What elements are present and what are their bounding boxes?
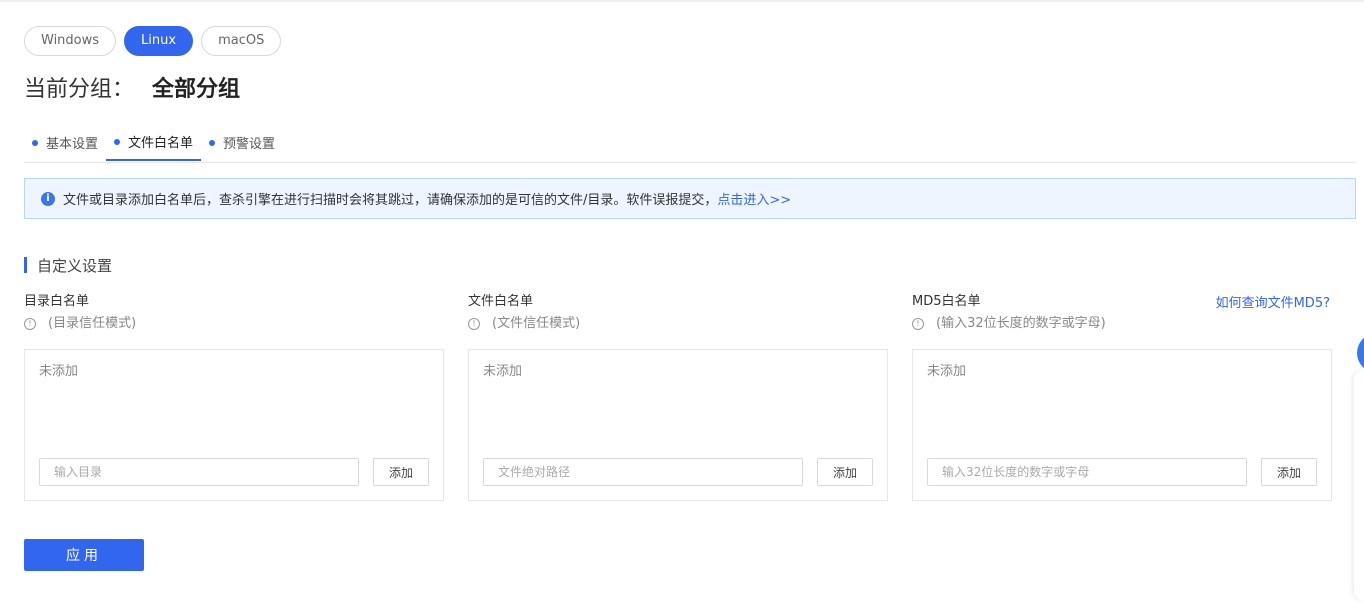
os-tab-macos[interactable]: macOS bbox=[201, 26, 282, 56]
md5-add-row: 添加 bbox=[927, 458, 1317, 486]
exclamation-icon: ! bbox=[468, 318, 480, 330]
directory-whitelist-hint: ! (目录信任模式) bbox=[24, 314, 444, 334]
exclamation-icon: ! bbox=[912, 318, 924, 330]
section-title: 自定义设置 bbox=[37, 256, 113, 275]
tab-basic-settings[interactable]: 基本设置 bbox=[24, 124, 106, 161]
os-tab-windows[interactable]: Windows bbox=[24, 26, 117, 56]
md5-whitelist-panel: MD5白名单 如何查询文件MD5? ! (输入32位长度的数字或字母) 未添加 … bbox=[912, 292, 1332, 501]
directory-add-button[interactable]: 添加 bbox=[373, 458, 429, 486]
tab-dot-icon bbox=[32, 139, 38, 146]
file-path-input[interactable] bbox=[483, 458, 803, 486]
file-add-row: 添加 bbox=[483, 458, 873, 486]
directory-whitelist-panel: 目录白名单 ! (目录信任模式) 未添加 添加 bbox=[24, 292, 444, 501]
tab-label: 文件白名单 bbox=[128, 136, 194, 151]
exclamation-icon: ! bbox=[24, 318, 36, 330]
current-group-value: 全部分组 bbox=[152, 77, 241, 102]
md5-whitelist-hint: ! (输入32位长度的数字或字母) bbox=[912, 314, 1332, 334]
directory-whitelist-box: 未添加 添加 bbox=[24, 349, 444, 501]
hint-text: (文件信任模式) bbox=[492, 316, 581, 331]
os-tab-linux[interactable]: Linux bbox=[124, 26, 194, 56]
tab-dot-icon bbox=[114, 138, 121, 145]
settings-tabs: 基本设置 文件白名单 预警设置 bbox=[24, 124, 1356, 163]
md5-whitelist-box: 未添加 添加 bbox=[912, 349, 1332, 501]
tab-dot-icon bbox=[209, 139, 216, 146]
os-tabs: Windows Linux macOS bbox=[24, 26, 282, 56]
side-panel-handle[interactable] bbox=[1357, 333, 1364, 373]
file-whitelist-panel: 文件白名单 ! (文件信任模式) 未添加 添加 bbox=[468, 292, 888, 501]
custom-settings-header: 自定义设置 bbox=[24, 256, 113, 275]
whitelist-settings-page: Windows Linux macOS 当前分组： 全部分组 基本设置 文件白名单… bbox=[24, 0, 1356, 611]
false-positive-submit-link[interactable]: 点击进入>> bbox=[717, 189, 791, 208]
md5-help-link[interactable]: 如何查询文件MD5? bbox=[1216, 292, 1330, 311]
md5-add-button[interactable]: 添加 bbox=[1261, 458, 1317, 486]
tab-alert-settings[interactable]: 预警设置 bbox=[201, 124, 283, 161]
empty-state-text: 未添加 bbox=[927, 364, 967, 379]
tab-label: 基本设置 bbox=[46, 137, 99, 152]
notice-text: 文件或目录添加白名单后，查杀引擎在进行扫描时会将其跳过，请确保添加的是可信的文件… bbox=[63, 193, 718, 208]
empty-state-text: 未添加 bbox=[39, 364, 79, 379]
hint-text: (输入32位长度的数字或字母) bbox=[936, 316, 1106, 331]
file-whitelist-hint: ! (文件信任模式) bbox=[468, 314, 888, 334]
tab-label: 预警设置 bbox=[223, 137, 276, 152]
info-icon: i bbox=[41, 191, 55, 206]
file-add-button[interactable]: 添加 bbox=[817, 458, 873, 486]
file-whitelist-title: 文件白名单 bbox=[468, 294, 534, 309]
directory-add-row: 添加 bbox=[39, 458, 429, 486]
hint-text: (目录信任模式) bbox=[48, 316, 137, 331]
empty-state-text: 未添加 bbox=[483, 364, 523, 379]
md5-input[interactable] bbox=[927, 458, 1247, 486]
directory-whitelist-title: 目录白名单 bbox=[24, 294, 90, 309]
current-group-label: 当前分组： bbox=[24, 77, 135, 102]
file-whitelist-box: 未添加 添加 bbox=[468, 349, 888, 501]
section-marker bbox=[24, 257, 27, 273]
tab-file-whitelist[interactable]: 文件白名单 bbox=[106, 124, 202, 161]
current-group-title: 当前分组： 全部分组 bbox=[24, 74, 240, 106]
apply-button[interactable]: 应用 bbox=[24, 539, 144, 571]
info-notice: i 文件或目录添加白名单后，查杀引擎在进行扫描时会将其跳过，请确保添加的是可信的… bbox=[24, 178, 1356, 219]
side-panel-edge bbox=[1354, 370, 1364, 600]
directory-input[interactable] bbox=[39, 458, 359, 486]
